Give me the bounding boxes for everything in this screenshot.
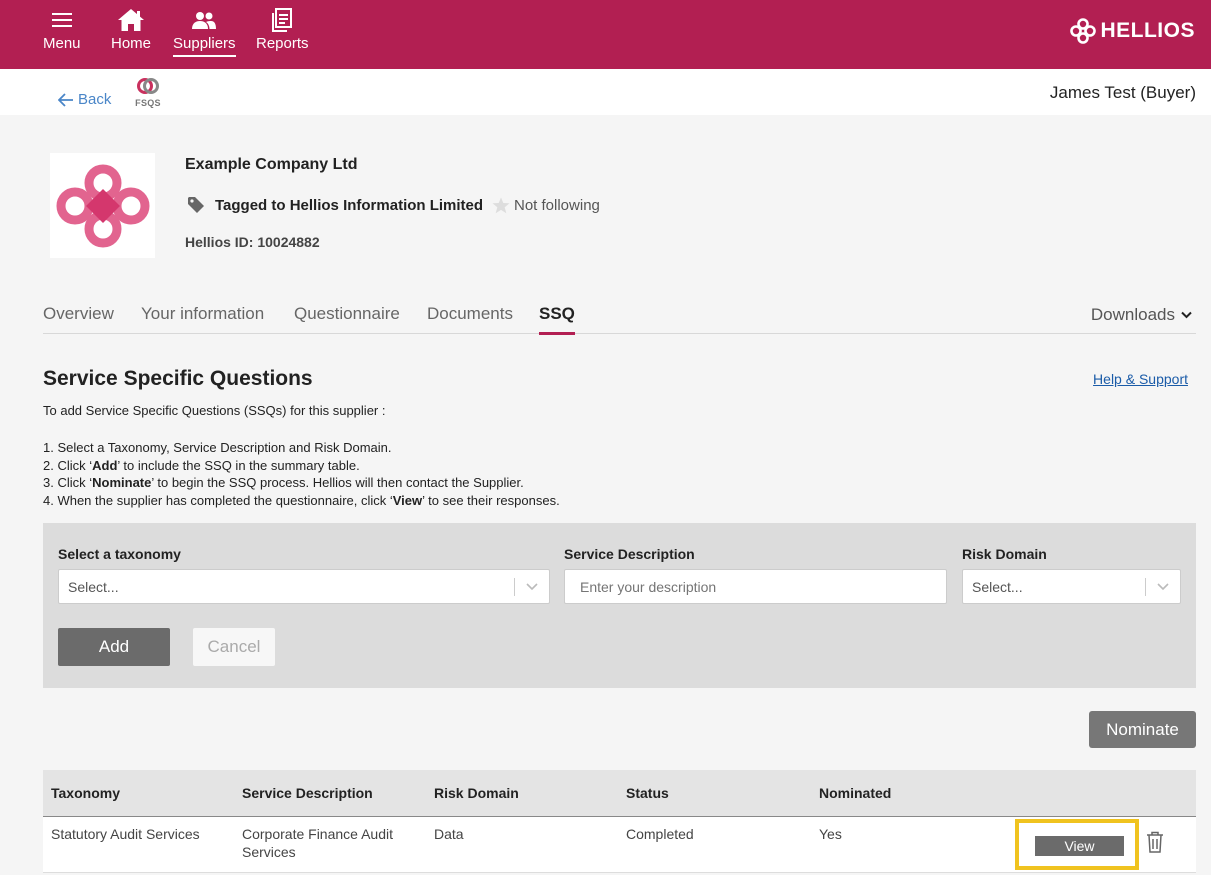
hellios-knot-icon [1070, 18, 1097, 44]
tab-bar: Overview Your information Questionnaire … [43, 302, 1196, 335]
downloads-label: Downloads [1090, 305, 1175, 324]
company-knot-logo-icon [56, 164, 149, 247]
risk-domain-label: Risk Domain [962, 546, 1047, 562]
tag-text: Tagged to Hellios Information Limited [215, 196, 484, 214]
cell-service-description: Corporate Finance Audit Services [242, 826, 393, 860]
star-icon [492, 197, 510, 214]
cell-taxonomy: Statutory Audit Services [51, 826, 200, 842]
instructions-list: 1. Select a Taxonomy, Service Descriptio… [43, 439, 560, 509]
intro-text: To add Service Specific Questions (SSQs)… [43, 403, 386, 418]
instruction-step: 3. Click ‘Nominate’ to begin the SSQ pro… [43, 475, 524, 490]
chevron-down-icon [1181, 311, 1192, 319]
table-header: Taxonomy Service Description Risk Domain… [43, 770, 1196, 817]
hamburger-menu-icon [51, 6, 72, 34]
instruction-step: 4. When the supplier has completed the q… [43, 492, 560, 508]
cell-status: Completed [626, 826, 694, 842]
select-separator [1145, 578, 1146, 596]
nominate-button[interactable]: Nominate [1089, 711, 1196, 748]
view-button-highlight: View [1015, 819, 1139, 870]
nav-home[interactable]: Home [111, 6, 151, 55]
ssq-form-panel: Select a taxonomy Select... Service Desc… [43, 523, 1196, 688]
tag-info: Tagged to Hellios Information Limited [187, 196, 483, 214]
cell-risk-domain: Data [434, 826, 464, 842]
chevron-down-icon [1157, 583, 1169, 591]
company-logo [50, 153, 155, 258]
top-navigation-bar: Menu Home Suppliers Reports HELLIOS [0, 0, 1211, 69]
cancel-button[interactable]: Cancel [193, 628, 275, 666]
tab-documents[interactable]: Documents [427, 304, 513, 332]
chevron-down-icon [526, 583, 538, 591]
tab-your-information[interactable]: Your information [141, 304, 264, 332]
taxonomy-label: Select a taxonomy [58, 546, 181, 562]
tag-icon [188, 197, 204, 213]
fsqs-text: FSQS [135, 98, 161, 108]
add-button[interactable]: Add [58, 628, 170, 666]
risk-domain-placeholder: Select... [972, 578, 1023, 595]
back-link[interactable]: Back [58, 91, 111, 108]
description-label: Service Description [564, 546, 695, 562]
nav-suppliers-label: Suppliers [173, 35, 236, 57]
nav-home-label: Home [111, 35, 152, 52]
nav-reports[interactable]: Reports [256, 6, 309, 55]
instruction-step: 2. Click ‘Add’ to include the SSQ in the… [43, 457, 360, 473]
column-header-taxonomy: Taxonomy [51, 785, 120, 801]
sub-header: Back FSQS James Test (Buyer) [0, 69, 1211, 115]
column-header-nominated: Nominated [819, 785, 892, 801]
downloads-dropdown[interactable]: Downloads [1091, 305, 1192, 325]
nav-suppliers[interactable]: Suppliers [173, 6, 236, 57]
tab-questionnaire[interactable]: Questionnaire [294, 304, 400, 332]
description-input[interactable] [564, 569, 947, 604]
column-header-service-description: Service Description [242, 785, 373, 801]
risk-domain-select[interactable]: Select... [962, 569, 1181, 604]
fsqs-rings-icon [137, 78, 159, 94]
table-row: Statutory Audit Services Corporate Finan… [43, 817, 1196, 873]
column-header-risk-domain: Risk Domain [434, 785, 519, 801]
fsqs-logo: FSQS [132, 77, 164, 108]
home-icon [117, 6, 145, 34]
column-header-status: Status [626, 785, 669, 801]
taxonomy-placeholder: Select... [68, 578, 119, 595]
cell-nominated: Yes [819, 826, 842, 842]
trash-icon[interactable] [1146, 831, 1164, 853]
user-name[interactable]: James Test (Buyer) [1050, 83, 1196, 103]
instruction-step: 1. Select a Taxonomy, Service Descriptio… [43, 440, 392, 455]
brand-name: HELLIOS [1100, 19, 1195, 42]
select-separator [514, 578, 515, 596]
tab-ssq[interactable]: SSQ [539, 304, 575, 335]
follow-toggle[interactable]: Not following [492, 197, 600, 214]
tab-overview[interactable]: Overview [43, 304, 114, 332]
taxonomy-select[interactable]: Select... [58, 569, 550, 604]
people-icon [191, 6, 217, 34]
nav-menu[interactable]: Menu [43, 6, 81, 55]
help-support-link[interactable]: Help & Support [1093, 371, 1188, 387]
company-name: Example Company Ltd [185, 156, 358, 173]
nav-reports-label: Reports [256, 35, 309, 52]
reports-icon [271, 6, 293, 34]
follow-label: Not following [514, 197, 600, 214]
brand-logo[interactable]: HELLIOS [1070, 18, 1195, 44]
nav-menu-label: Menu [43, 35, 81, 52]
back-label: Back [78, 91, 112, 108]
section-title: Service Specific Questions [43, 367, 313, 390]
view-button[interactable]: View [1035, 836, 1124, 856]
hellios-id: Hellios ID: 10024882 [185, 234, 320, 250]
arrow-left-icon [58, 92, 73, 107]
